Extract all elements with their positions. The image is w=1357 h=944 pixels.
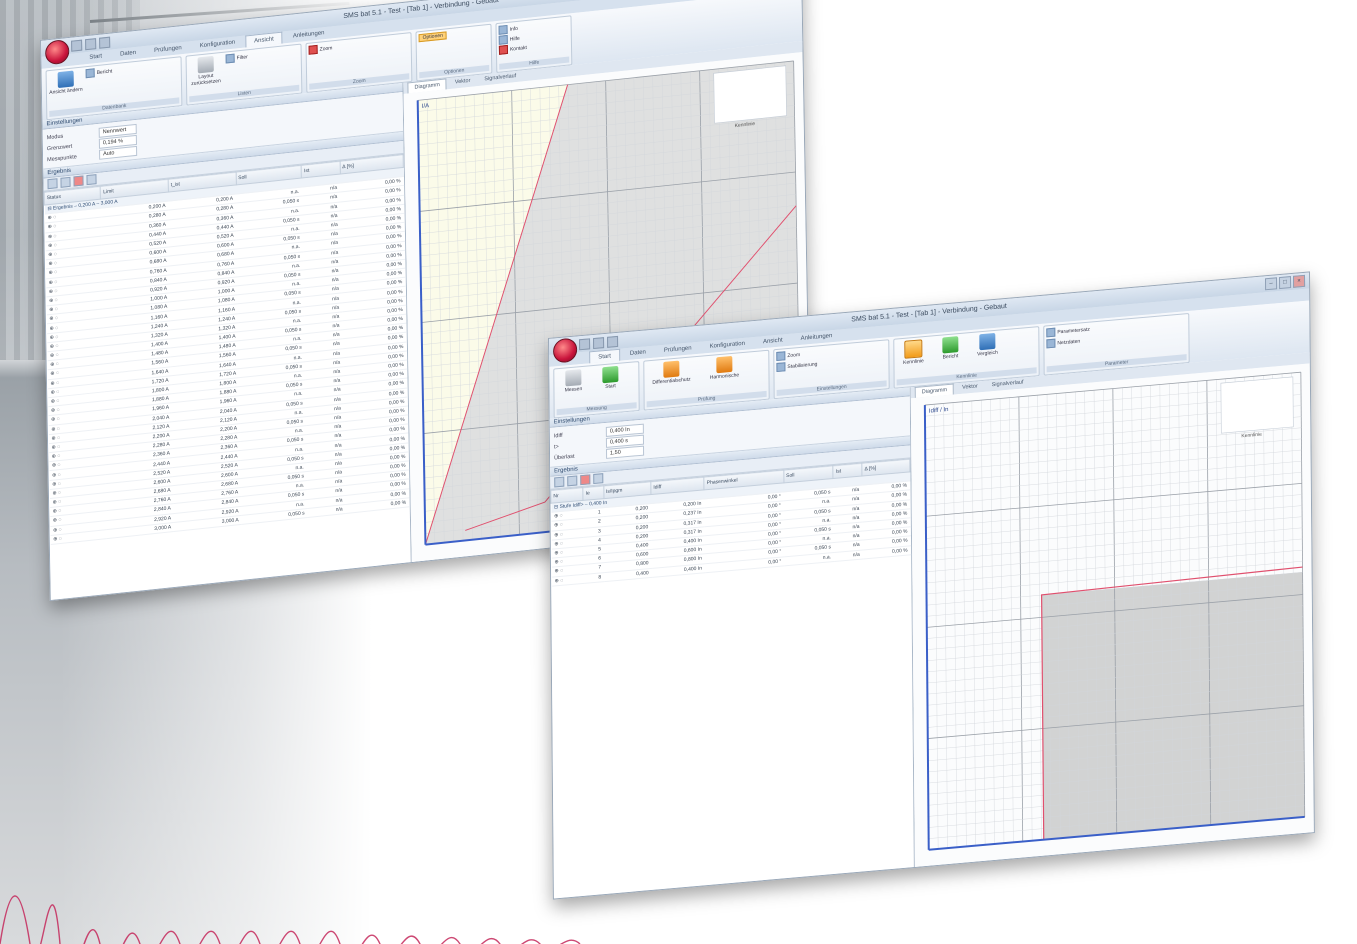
results-pane: Einstellungen Idiff 0,400 In t> 0,400 s Üb… (549, 387, 915, 899)
bericht-button[interactable]: Bericht (85, 66, 113, 79)
kontakt-button[interactable]: Kontakt (498, 43, 527, 55)
ribbon-group-optionen: Optionen Optionen (415, 23, 493, 82)
add-icon[interactable] (47, 178, 58, 190)
compare-icon (979, 332, 996, 351)
results-pane: Einstellungen Modus Nennwert Grenzwert 0,1… (42, 82, 412, 600)
ribbon-group-hilfe: Info Hilfe Kontakt Hilfe (495, 15, 573, 74)
layout-icon (197, 55, 214, 74)
row-status-icon: ⊕ ◌ (551, 573, 584, 586)
results-table-1: Status Limit t_ist Soll Ist Δ [%] ⊟ Ergebnis … (44, 154, 410, 545)
maximize-icon[interactable]: □ (1278, 276, 1292, 290)
add-icon[interactable] (554, 476, 565, 488)
start-button[interactable]: Start (593, 365, 627, 391)
legend-box (713, 65, 787, 124)
redo-icon[interactable] (99, 36, 111, 49)
minimize-icon[interactable]: – (1264, 277, 1278, 291)
delete-icon[interactable] (580, 474, 591, 486)
legend-box (1220, 376, 1294, 434)
save-icon[interactable] (71, 39, 83, 52)
save-icon[interactable] (579, 338, 591, 351)
grid-icon (1046, 338, 1056, 349)
ribbon-group-messung: Messen Start Messung (553, 361, 640, 419)
table-cell: n/a (834, 549, 863, 562)
close-icon[interactable]: × (1292, 274, 1306, 288)
report-icon (942, 336, 959, 354)
folder-icon (663, 360, 680, 378)
zoom-button[interactable]: Zoom (776, 350, 800, 362)
folder-icon (716, 355, 733, 374)
kennlinie-button[interactable]: Kennlinie (896, 339, 930, 367)
ansicht-button[interactable]: Ansicht ändern (49, 70, 83, 97)
characteristic-chart-2[interactable]: Idiff / InKennlinie (910, 363, 1313, 867)
undo-icon[interactable] (593, 337, 605, 350)
app-window-2: SMS bat 5.1 - Test - [Tab 1] - Verbindun… (548, 271, 1315, 900)
help-icon (498, 34, 508, 45)
undo-icon[interactable] (85, 38, 97, 51)
messen-button[interactable]: Messen (556, 368, 590, 394)
filter-button[interactable]: Filter (225, 52, 248, 64)
quick-access-toolbar (71, 36, 111, 52)
settings-icon (776, 362, 786, 373)
parametersatz-dropdown[interactable]: Parametersatz (1046, 325, 1090, 338)
chart-pane: Diagramm Vektor Signalverlauf Idiff / In… (910, 352, 1314, 867)
refresh-icon[interactable] (593, 473, 604, 485)
report-icon (85, 68, 95, 79)
vergleich-button[interactable]: Vergleich (970, 332, 1004, 358)
contact-icon (498, 44, 509, 55)
table-cell: 8 (583, 572, 605, 584)
redo-icon[interactable] (607, 335, 619, 348)
view-icon (57, 70, 74, 89)
info-icon (498, 24, 508, 35)
filter-icon (225, 53, 235, 64)
axis-label: I/A (422, 103, 429, 110)
zoom-button[interactable]: Zoom (308, 43, 333, 55)
list-icon (1046, 327, 1056, 338)
zoom-icon (308, 44, 318, 55)
optionen-button[interactable]: Optionen (418, 31, 447, 43)
delete-icon[interactable] (73, 175, 84, 187)
chart-icon (904, 339, 923, 359)
harmonische-button[interactable]: Harmonische (699, 354, 749, 381)
quick-access-toolbar (579, 335, 619, 351)
layout-button[interactable]: Layout zurücksetzen (189, 55, 224, 88)
edit-icon[interactable] (567, 475, 578, 487)
zoom-icon (776, 351, 786, 362)
netzdaten-dropdown[interactable]: Netzdaten (1046, 336, 1080, 349)
differentialschutz-button[interactable]: Differentialschutz (646, 359, 696, 386)
edit-icon[interactable] (60, 176, 71, 188)
refresh-icon[interactable] (86, 174, 97, 186)
bericht-button[interactable]: Bericht (933, 335, 967, 361)
play-icon (602, 365, 619, 384)
overload-field[interactable]: 1,50 (606, 445, 645, 459)
measure-icon (565, 369, 582, 387)
stabilisierung-button[interactable]: Stabilisierung (776, 359, 817, 373)
